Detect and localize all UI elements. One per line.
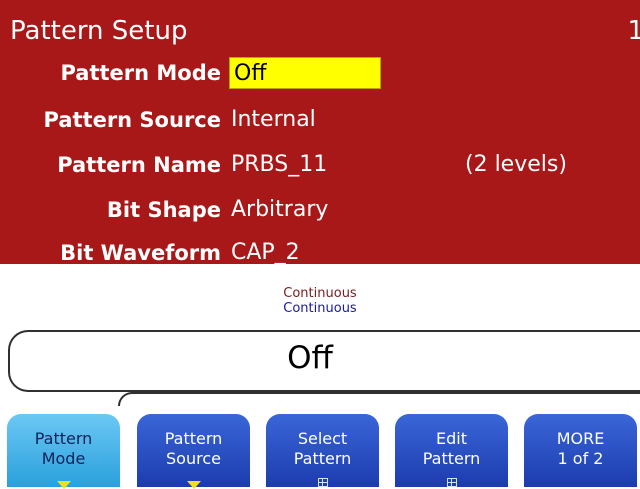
field-pattern-source[interactable]: Pattern Source Internal	[0, 103, 640, 137]
bit-waveform-value[interactable]: CAP_2	[231, 236, 300, 270]
field-label: Pattern Source	[43, 108, 222, 132]
softkey-tab-connector	[118, 392, 640, 406]
softkey-pattern-mode[interactable]: Pattern Mode	[7, 414, 120, 489]
softkey-more[interactable]: MORE 1 of 2	[524, 414, 637, 487]
field-label: Bit Shape	[106, 198, 221, 222]
field-label: Bit Waveform	[60, 241, 221, 265]
value-display-box: Off	[8, 330, 640, 392]
softkey-select-pattern[interactable]: Select Pattern	[266, 414, 379, 487]
softkey-label: Pattern	[34, 429, 93, 448]
pattern-source-value[interactable]: Internal	[231, 103, 316, 137]
settings-panel: Pattern Setup 1 Pattern Mode Off Pattern…	[0, 0, 640, 265]
pattern-mode-value[interactable]: Off	[229, 57, 381, 89]
field-bit-shape[interactable]: Bit Shape Arbitrary	[0, 193, 640, 227]
field-bit-waveform[interactable]: Bit Waveform CAP_2	[0, 236, 640, 270]
softkey-label: MORE	[556, 429, 605, 448]
channel-indicator: 1	[627, 16, 640, 46]
softkey-label: Pattern	[293, 449, 352, 468]
softkey-label: 1 of 2	[557, 449, 604, 468]
arrow-down-icon	[186, 481, 201, 489]
softkey-bar: Pattern Mode Pattern Source Select Patte…	[0, 412, 640, 489]
pattern-name-value[interactable]: PRBS_11	[231, 148, 327, 182]
softkey-label: Select	[297, 429, 348, 448]
menu-grid-icon	[317, 478, 328, 487]
field-pattern-name[interactable]: Pattern Name PRBS_11 (2 levels)	[0, 148, 640, 182]
softkey-label: Edit	[436, 429, 467, 448]
status-line-1: Continuous	[283, 286, 357, 301]
arrow-down-icon	[56, 481, 71, 489]
current-value: Off	[287, 340, 333, 376]
menu-grid-icon	[446, 478, 457, 487]
status-area: Continuous Continuous	[0, 286, 640, 316]
softkey-label: Pattern	[422, 449, 481, 468]
softkey-label: Pattern	[164, 429, 223, 448]
field-pattern-mode[interactable]: Pattern Mode Off	[0, 56, 640, 90]
field-label: Pattern Mode	[60, 61, 221, 85]
field-label: Pattern Name	[57, 153, 221, 177]
softkey-label: Mode	[41, 449, 86, 468]
bit-shape-value[interactable]: Arbitrary	[231, 193, 328, 227]
softkey-edit-pattern[interactable]: Edit Pattern	[395, 414, 508, 487]
pattern-levels-info: (2 levels)	[465, 152, 567, 177]
softkey-label: Source	[166, 449, 221, 468]
softkey-pattern-source[interactable]: Pattern Source	[137, 414, 250, 489]
page-title: Pattern Setup	[10, 16, 188, 46]
status-line-2: Continuous	[283, 301, 357, 316]
